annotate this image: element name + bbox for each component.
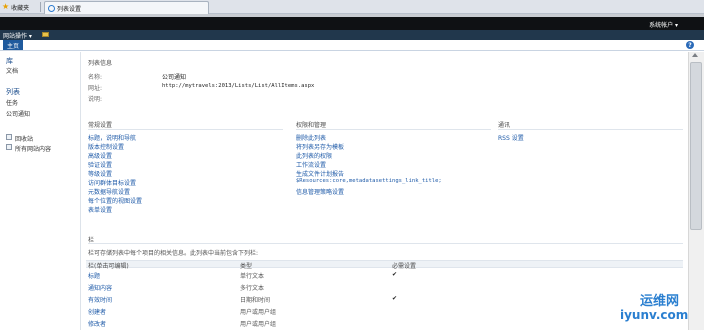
- general-settings-divider: [88, 129, 283, 130]
- nav-item-tasks[interactable]: 任务: [6, 98, 18, 107]
- nav-header-libraries[interactable]: 库: [6, 56, 13, 66]
- tab-home[interactable]: 主页: [3, 40, 23, 50]
- recycle-bin-icon: [6, 134, 12, 140]
- col-header-required: 必需设置: [392, 263, 417, 270]
- required-check-icon: ✔: [392, 295, 398, 302]
- nav-item-company-notice[interactable]: 公司通知: [6, 109, 30, 118]
- browser-tab-title: 列表设置: [57, 5, 82, 13]
- column-type: 用户或用户组: [240, 321, 277, 328]
- col-header-name[interactable]: 栏(单击可编辑): [88, 261, 129, 270]
- link-audience[interactable]: 访问群体目标设置: [88, 178, 136, 187]
- browser-tab[interactable]: 列表设置: [44, 1, 209, 14]
- scroll-up-arrow-icon[interactable]: [692, 53, 698, 57]
- list-name-label: 名称:: [88, 74, 103, 81]
- link-save-template[interactable]: 将列表另存为模板: [296, 142, 344, 151]
- browser-tab-bar: ★ 收藏夹 列表设置: [0, 0, 704, 14]
- column-link-title[interactable]: 标题: [88, 271, 100, 280]
- permissions-divider: [296, 129, 491, 130]
- communications-divider: [498, 129, 683, 130]
- link-metadata-settings[interactable]: $Resources:core,metadatasettings_link_ti…: [296, 178, 442, 184]
- link-file-plan[interactable]: 生成文件计划报告: [296, 169, 344, 178]
- columns-table-header: 栏(单击可编辑) 类型 必需设置: [86, 260, 683, 270]
- link-title-description[interactable]: 标题，说明和导航: [88, 133, 136, 142]
- sharepoint-top-bar: 系统帐户 ▾: [0, 17, 704, 30]
- site-actions-bar: 网站操作 ▾: [0, 30, 704, 40]
- general-settings-title: 常规设置: [88, 122, 113, 129]
- list-web-label: 网址:: [88, 85, 103, 92]
- star-icon: ★: [2, 2, 10, 11]
- communications-title: 通讯: [498, 122, 511, 129]
- link-metadata-nav[interactable]: 元数据导航设置: [88, 187, 130, 196]
- ribbon-tab-row: 主页 ?: [0, 40, 704, 51]
- list-name-value: 公司通知: [162, 74, 187, 81]
- column-type: 单行文本: [240, 273, 265, 280]
- favorites-label: 收藏夹: [11, 4, 30, 12]
- required-check-icon: ✔: [392, 271, 398, 278]
- column-type: 日期和时间: [240, 297, 271, 304]
- col-header-type: 类型: [240, 263, 253, 270]
- permissions-title: 权限和管理: [296, 122, 327, 129]
- columns-divider: [88, 243, 683, 244]
- site-content-icon: [6, 144, 12, 150]
- link-per-location-view[interactable]: 每个位置的视图设置: [88, 196, 142, 205]
- column-type: 多行文本: [240, 285, 265, 292]
- columns-description: 栏可存储列表中每个项目的相关信息。此列表中当前包含下列栏:: [88, 250, 259, 257]
- favorites-button[interactable]: ★ 收藏夹: [2, 2, 29, 12]
- user-menu-button[interactable]: 系统帐户 ▾: [649, 20, 678, 29]
- link-delete-list[interactable]: 删除此列表: [296, 133, 326, 142]
- watermark-url: iyunv.com: [620, 308, 689, 322]
- nav-item-documents[interactable]: 文档: [6, 66, 18, 75]
- link-form[interactable]: 表单设置: [88, 205, 112, 214]
- column-type: 用户或用户组: [240, 309, 277, 316]
- column-link-notice-content[interactable]: 通知内容: [88, 283, 112, 292]
- ie-icon: [48, 4, 55, 12]
- toolbar-divider: [40, 2, 41, 12]
- list-info-title: 列表信息: [88, 60, 113, 67]
- column-link-modified-by[interactable]: 修改者: [88, 319, 106, 328]
- nav-all-site-content[interactable]: 所有网站内容: [15, 144, 51, 153]
- help-icon[interactable]: ?: [686, 41, 694, 49]
- watermark-text: 运维网: [640, 294, 680, 309]
- link-validation[interactable]: 验证设置: [88, 160, 112, 169]
- list-web-value: http://mytravels:2013/Lists/List/AllItem…: [162, 83, 315, 89]
- link-permissions[interactable]: 此列表的权限: [296, 151, 332, 160]
- column-link-valid-time[interactable]: 有效时间: [88, 295, 112, 304]
- list-desc-label: 说明:: [88, 96, 103, 103]
- folder-icon[interactable]: [42, 32, 49, 37]
- nav-header-lists[interactable]: 列表: [6, 87, 20, 97]
- link-rss-settings[interactable]: RSS 设置: [498, 133, 524, 142]
- scrollbar-thumb[interactable]: [690, 62, 702, 230]
- main-content: 列表信息 名称: 公司通知 网址: http://mytravels:2013/…: [82, 52, 687, 330]
- column-link-created-by[interactable]: 创建者: [88, 307, 106, 316]
- link-versioning[interactable]: 版本控制设置: [88, 142, 124, 151]
- link-workflow[interactable]: 工作流设置: [296, 160, 326, 169]
- link-rating[interactable]: 等级设置: [88, 169, 112, 178]
- site-actions-button[interactable]: 网站操作 ▾: [3, 31, 32, 40]
- link-advanced[interactable]: 高级设置: [88, 151, 112, 160]
- nav-recycle-bin[interactable]: 回收站: [15, 134, 33, 143]
- link-info-policy[interactable]: 信息管理策略设置: [296, 187, 344, 196]
- quick-launch: 库 文档 列表 任务 公司通知 回收站 所有网站内容: [0, 52, 81, 330]
